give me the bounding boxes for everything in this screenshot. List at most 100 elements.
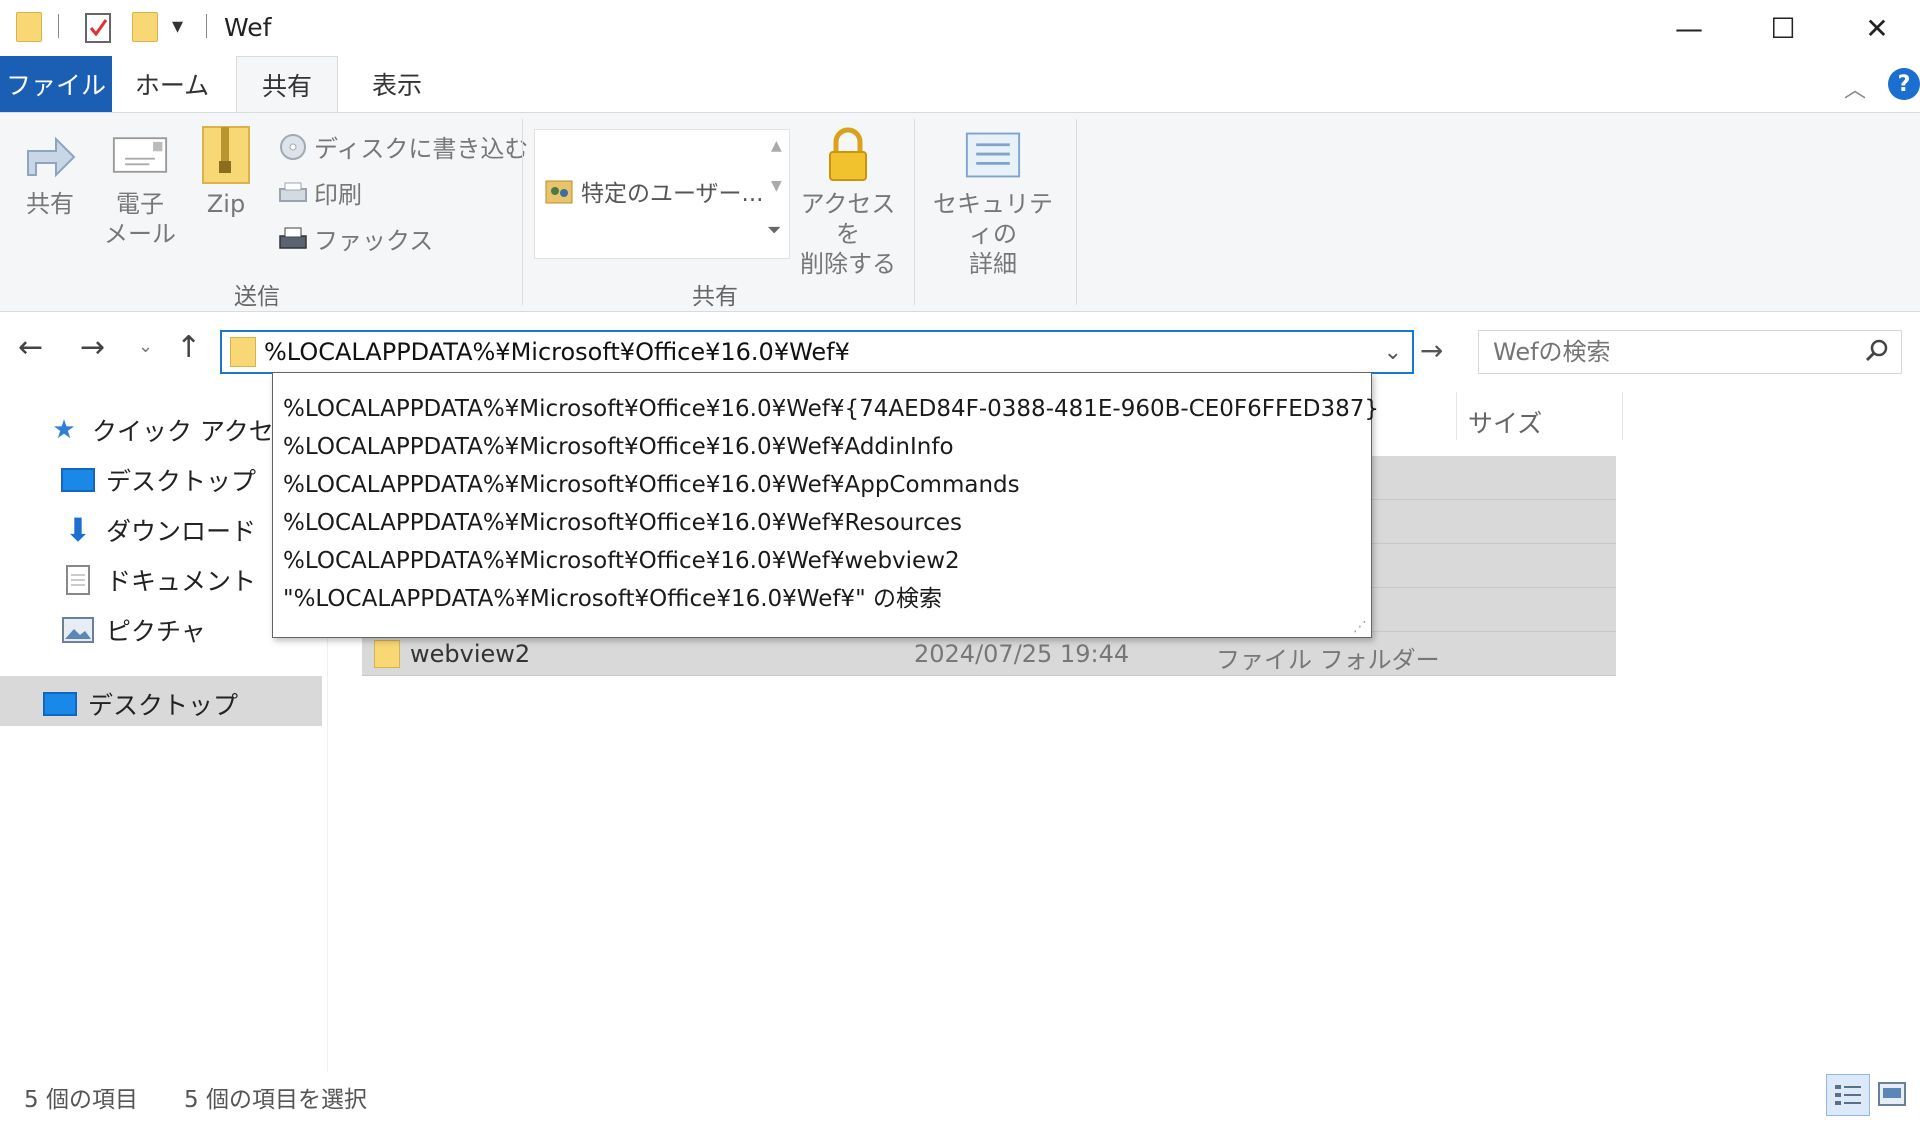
- file-name: webview2: [410, 640, 531, 668]
- email-label-line1: 電子: [116, 190, 164, 218]
- address-input[interactable]: [264, 338, 1344, 366]
- tab-home[interactable]: ホーム: [122, 56, 222, 112]
- back-arrow-icon[interactable]: ←: [18, 330, 43, 365]
- fax-button[interactable]: ファックス: [278, 221, 433, 256]
- up-arrow-icon[interactable]: ↑: [176, 330, 201, 365]
- email-icon: [112, 127, 168, 183]
- close-button[interactable]: ✕: [1830, 0, 1920, 56]
- fax-label: ファックス: [314, 227, 434, 255]
- column-header-size[interactable]: サイズ: [1468, 404, 1542, 440]
- search-box[interactable]: [1478, 330, 1902, 374]
- autocomplete-item[interactable]: %LOCALAPPDATA%¥Microsoft¥Office¥16.0¥Wef…: [283, 505, 962, 541]
- share-with-gallery: 特定のユーザー... ▲ ▼ ⏷: [534, 129, 790, 259]
- customize-toolbar-icon[interactable]: ▾: [172, 14, 183, 39]
- nav-desktop-label: デスクトップ: [106, 467, 257, 496]
- zip-label: Zip: [206, 190, 246, 218]
- advanced-security-label-line2: 詳細: [969, 250, 1017, 278]
- tab-share[interactable]: 共有: [236, 56, 338, 113]
- folder-icon: [230, 337, 256, 367]
- recent-locations-chevron-icon[interactable]: ⌄: [138, 336, 153, 357]
- print-label: 印刷: [314, 181, 362, 209]
- divider: [522, 119, 523, 305]
- autocomplete-item[interactable]: %LOCALAPPDATA%¥Microsoft¥Office¥16.0¥Wef…: [283, 543, 960, 579]
- fax-icon: [278, 225, 308, 253]
- printer-icon: [278, 179, 308, 207]
- folder-icon: [16, 12, 42, 42]
- gallery-up-icon[interactable]: ▲: [771, 138, 782, 154]
- nav-desktop-root-label: デスクトップ: [88, 691, 239, 720]
- nav-desktop-root-content: デスクトップ: [42, 686, 238, 722]
- email-label-line2: メール: [104, 220, 176, 248]
- nav-desktop[interactable]: デスクトップ: [60, 462, 256, 498]
- collapse-ribbon-icon[interactable]: ︿: [1844, 72, 1866, 104]
- nav-desktop-root[interactable]: デスクトップ: [0, 676, 322, 726]
- nav-quick-access[interactable]: ★ クイック アクセス: [46, 412, 299, 448]
- tab-file[interactable]: ファイル: [0, 56, 112, 112]
- minimize-button[interactable]: —: [1642, 0, 1736, 56]
- security-list-icon: [965, 127, 1021, 183]
- window-title: Wef: [224, 13, 272, 42]
- ribbon: 共有 電子 メール Zip ディスクに書き込む 印刷 ファックス 送信 特定のユ…: [0, 112, 1920, 312]
- new-folder-icon[interactable]: [132, 12, 158, 42]
- nav-downloads-label: ダウンロード: [106, 517, 257, 546]
- address-dropdown-chevron-icon[interactable]: ⌄: [1384, 340, 1402, 365]
- advanced-security-button[interactable]: セキュリティの 詳細: [922, 127, 1064, 279]
- print-button[interactable]: 印刷: [278, 175, 362, 210]
- ribbon-tabs: ファイル ホーム 共有 表示 ︿ ?: [0, 56, 1920, 113]
- share-label: 共有: [26, 190, 74, 218]
- large-icons-view-icon[interactable]: [1878, 1082, 1906, 1110]
- help-icon[interactable]: ?: [1888, 68, 1920, 100]
- autocomplete-search-item[interactable]: "%LOCALAPPDATA%¥Microsoft¥Office¥16.0¥We…: [283, 581, 942, 617]
- details-view-icon[interactable]: [1826, 1074, 1870, 1116]
- divider: [914, 119, 915, 305]
- selected-count: 5 個の項目を選択: [184, 1087, 367, 1113]
- nav-pictures[interactable]: ピクチャ: [60, 612, 206, 648]
- share-group-label: 共有: [692, 284, 738, 310]
- advanced-security-label-line1: セキュリティの: [933, 190, 1053, 248]
- zip-button[interactable]: Zip: [196, 126, 256, 219]
- disc-icon: [278, 133, 308, 161]
- picture-icon: [60, 615, 96, 645]
- nav-pictures-label: ピクチャ: [106, 617, 206, 646]
- autocomplete-item[interactable]: %LOCALAPPDATA%¥Microsoft¥Office¥16.0¥Wef…: [283, 391, 1379, 427]
- gallery-expand-icon[interactable]: ⏷: [767, 220, 781, 241]
- nav-documents-label: ドキュメント: [106, 567, 257, 596]
- document-icon: [60, 565, 96, 595]
- burn-label: ディスクに書き込む: [314, 135, 529, 163]
- desktop-icon: [42, 689, 78, 719]
- column-separator[interactable]: [1622, 392, 1623, 440]
- tab-view[interactable]: 表示: [352, 56, 442, 112]
- gallery-down-icon[interactable]: ▼: [771, 178, 782, 194]
- column-separator[interactable]: [1456, 392, 1457, 440]
- title-bar: ▾ Wef — ☐ ✕: [0, 0, 1920, 56]
- item-count: 5 個の項目: [24, 1087, 138, 1113]
- nav-downloads[interactable]: ⬇ ダウンロード: [60, 511, 257, 549]
- burn-to-disc-button[interactable]: ディスクに書き込む: [278, 129, 528, 164]
- go-arrow-icon[interactable]: →: [1420, 334, 1443, 367]
- autocomplete-item[interactable]: %LOCALAPPDATA%¥Microsoft¥Office¥16.0¥Wef…: [283, 467, 1020, 503]
- resize-grip-icon[interactable]: ⋰: [1353, 619, 1367, 635]
- specific-users-button[interactable]: 特定のユーザー...: [545, 174, 763, 208]
- nav-quick-access-label: クイック アクセス: [92, 417, 299, 446]
- status-bar: 5 個の項目 5 個の項目を選択: [0, 1072, 1920, 1121]
- share-button[interactable]: 共有: [18, 127, 82, 219]
- autocomplete-item[interactable]: %LOCALAPPDATA%¥Microsoft¥Office¥16.0¥Wef…: [283, 429, 954, 465]
- nav-documents[interactable]: ドキュメント: [60, 562, 256, 598]
- specific-users-label: 特定のユーザー...: [581, 181, 764, 207]
- email-button[interactable]: 電子 メール: [104, 127, 176, 249]
- share-icon: [22, 127, 78, 183]
- download-arrow-icon: ⬇: [64, 511, 92, 549]
- search-icon[interactable]: [1865, 338, 1889, 366]
- search-input[interactable]: [1493, 338, 1853, 366]
- address-autocomplete-list: %LOCALAPPDATA%¥Microsoft¥Office¥16.0¥Wef…: [272, 372, 1379, 638]
- remove-access-button[interactable]: アクセスを 削除する: [796, 127, 900, 279]
- maximize-button[interactable]: ☐: [1736, 0, 1830, 56]
- address-bar[interactable]: ⌄: [220, 330, 1414, 374]
- properties-icon[interactable]: [84, 10, 112, 48]
- desktop-icon: [60, 465, 96, 495]
- users-icon: [545, 177, 573, 205]
- divider: [58, 14, 59, 38]
- remove-access-label-line1: アクセスを: [800, 190, 896, 248]
- forward-arrow-icon[interactable]: →: [80, 330, 105, 365]
- folder-icon: [374, 640, 400, 668]
